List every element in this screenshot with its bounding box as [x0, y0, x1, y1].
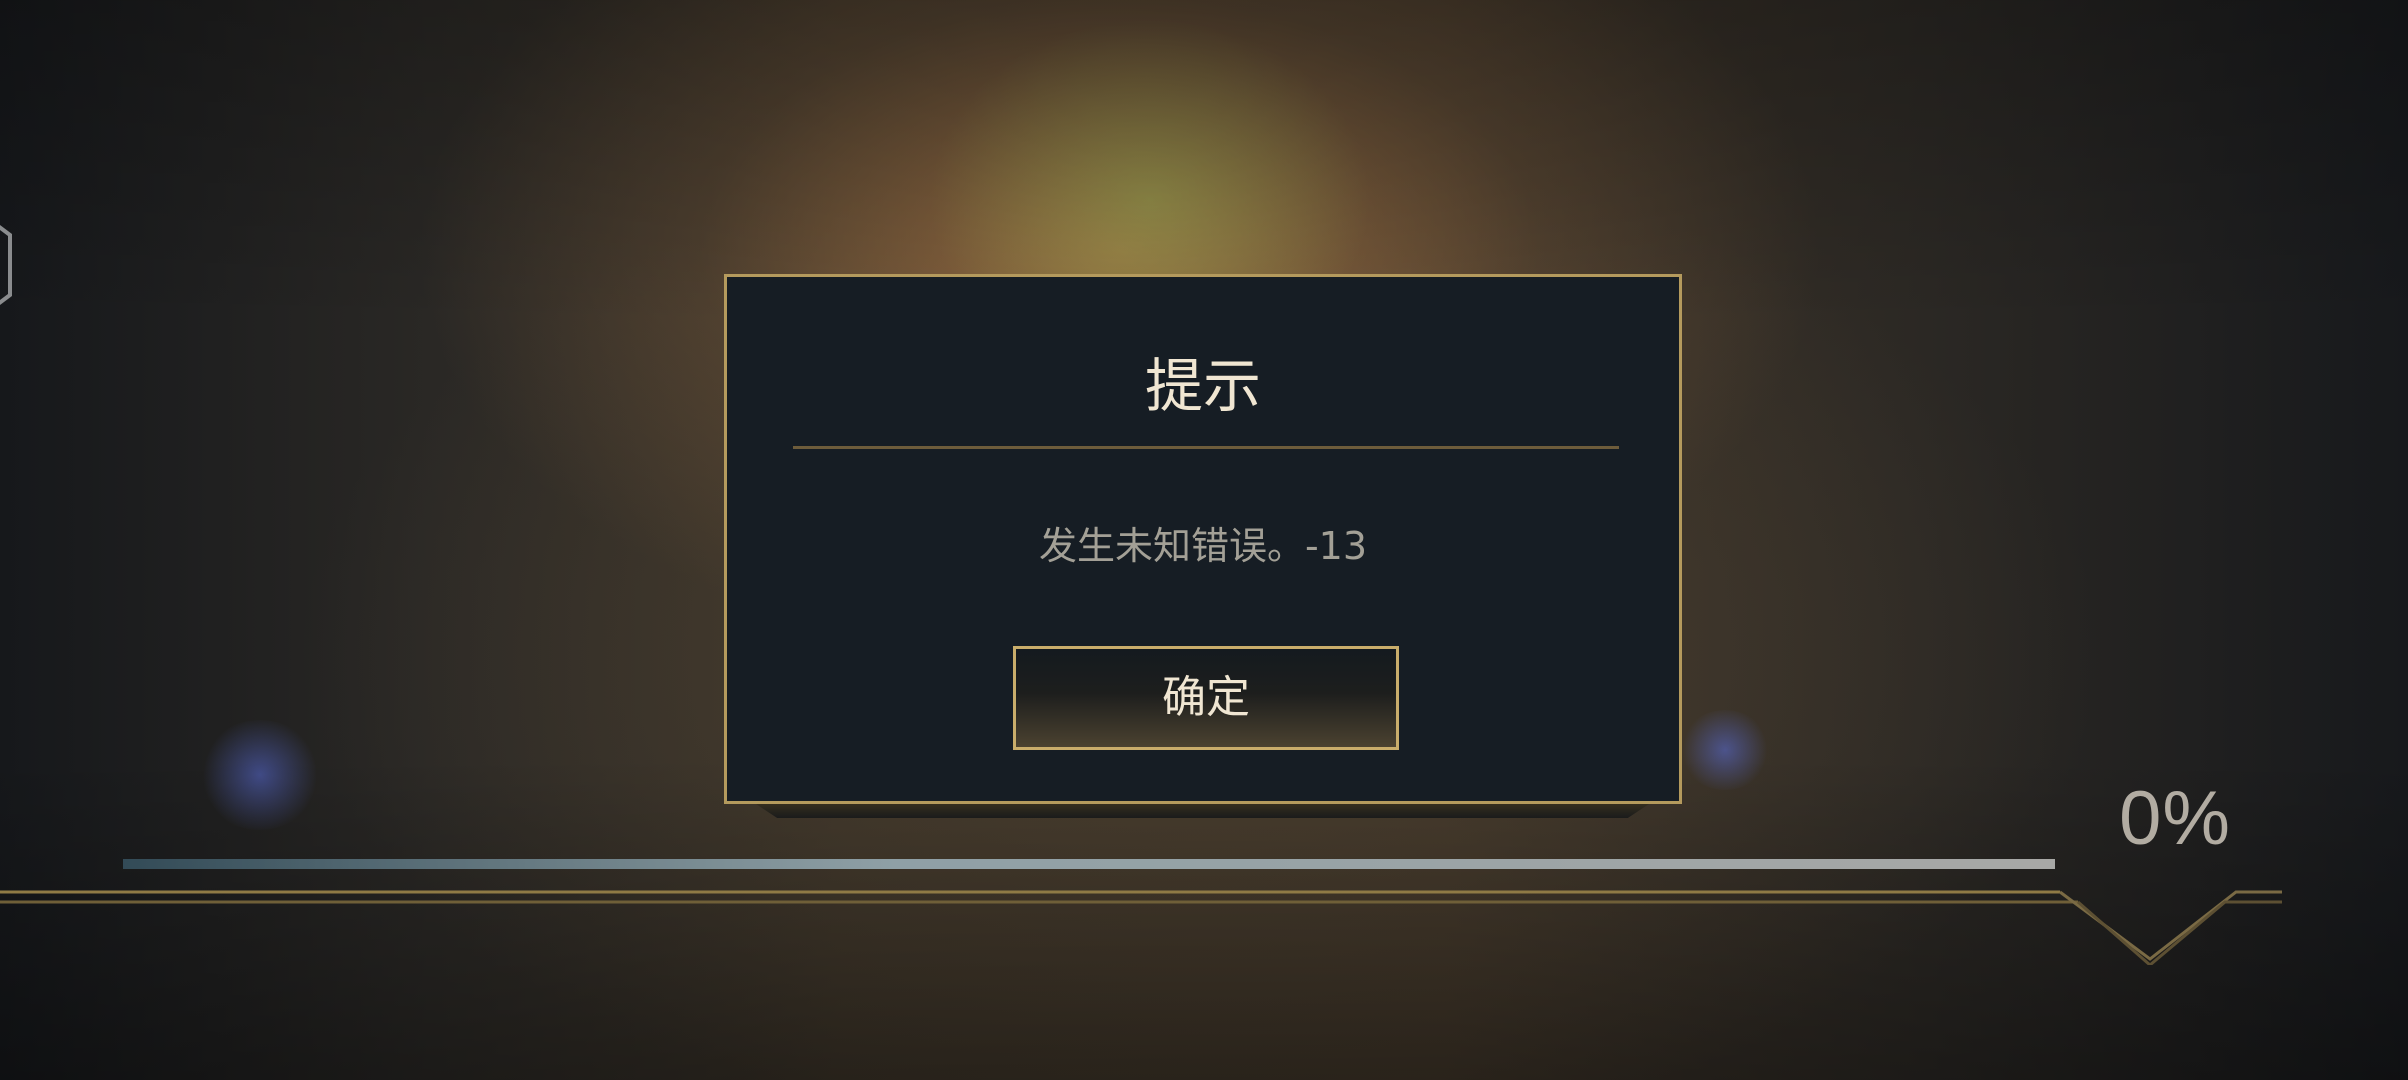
loading-progress-bar	[123, 859, 2055, 869]
blue-glow-left	[200, 720, 320, 830]
dialog-message: 发生未知错误。-13	[1038, 524, 1368, 568]
dialog-title: 提示	[1144, 352, 1261, 420]
blue-glow-right	[1680, 710, 1770, 790]
gold-rail-decoration	[0, 890, 2282, 965]
hexagon-frame-icon	[0, 225, 12, 305]
loading-percent: 0%	[2119, 776, 2231, 861]
loading-progress-fill	[123, 859, 2055, 869]
confirm-button[interactable]: 确定	[1013, 646, 1399, 750]
title-divider	[793, 446, 1619, 449]
error-dialog: 提示 发生未知错误。-13 确定	[724, 274, 1682, 804]
